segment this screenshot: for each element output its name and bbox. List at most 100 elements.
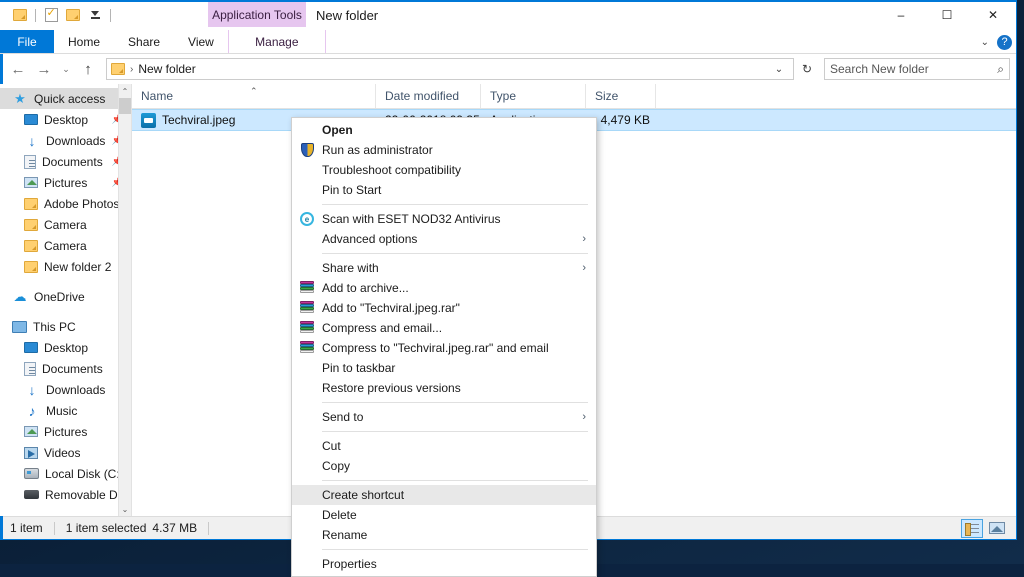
cloud-icon: ☁: [12, 289, 28, 305]
context-menu-item-rename[interactable]: Rename: [292, 525, 596, 545]
sidebar-item-label: Downloads: [46, 383, 105, 397]
minimize-button[interactable]: –: [878, 0, 924, 30]
context-menu-item-send-to[interactable]: Send to›: [292, 407, 596, 427]
column-header-type[interactable]: Type: [481, 84, 586, 108]
breadcrumb-bar[interactable]: › New folder ⌄: [106, 58, 794, 80]
navigation-pane: ★Quick accessDesktop📌↓Downloads📌Document…: [0, 84, 131, 516]
sidebar-item-pictures[interactable]: Pictures: [0, 421, 131, 442]
folder-icon: [24, 198, 38, 210]
column-headers: Name ⌃ Date modified Type Size: [132, 84, 1016, 109]
sidebar-item-videos[interactable]: Videos: [0, 442, 131, 463]
pictures-icon: [24, 177, 38, 188]
context-menu-item-share-with[interactable]: Share with›: [292, 258, 596, 278]
tab-share[interactable]: Share: [114, 30, 174, 53]
context-menu-item-compress-to-techviral-jpeg-rar-and-email[interactable]: Compress to "Techviral.jpeg.rar" and ema…: [292, 338, 596, 358]
sidebar-item-downloads[interactable]: ↓Downloads: [0, 379, 131, 400]
documents-icon: [24, 362, 36, 376]
sidebar-item-onedrive[interactable]: ☁OneDrive: [0, 286, 131, 307]
sidebar-item-documents[interactable]: Documents: [0, 358, 131, 379]
context-menu-item-pin-to-taskbar[interactable]: Pin to taskbar: [292, 358, 596, 378]
sidebar-item-music[interactable]: ♪Music: [0, 400, 131, 421]
application-tools-contextual-tab: Application Tools: [208, 2, 306, 27]
title-bar: Application Tools New folder – ☐ ✕: [0, 0, 1016, 30]
navigation-scrollbar[interactable]: ⌃ ⌄: [118, 84, 131, 516]
context-menu-item-label: Copy: [322, 459, 350, 473]
customize-qat-dropdown-icon[interactable]: [84, 4, 106, 26]
properties-qat-icon[interactable]: [40, 4, 62, 26]
sidebar-item-downloads[interactable]: ↓Downloads📌: [0, 130, 131, 151]
large-icons-view-button[interactable]: [986, 519, 1008, 538]
context-menu-item-run-as-administrator[interactable]: Run as administrator: [292, 140, 596, 160]
context-menu-item-open[interactable]: Open: [292, 120, 596, 140]
tab-view[interactable]: View: [174, 30, 228, 53]
status-selection-size: 4.37 MB: [152, 521, 197, 535]
file-name-label: Techviral.jpeg: [162, 113, 235, 127]
context-menu-item-label: Send to: [322, 410, 363, 424]
sidebar-item-desktop[interactable]: Desktop📌: [0, 109, 131, 130]
context-menu-item-delete[interactable]: Delete: [292, 505, 596, 525]
context-menu-item-compress-and-email[interactable]: Compress and email...: [292, 318, 596, 338]
scroll-down-icon[interactable]: ⌄: [119, 502, 131, 516]
sidebar-item-camera[interactable]: Camera: [0, 235, 131, 256]
eset-icon: e: [299, 211, 315, 227]
tab-home[interactable]: Home: [54, 30, 114, 53]
window-controls: – ☐ ✕: [878, 0, 1016, 30]
sidebar-item-adobe-photoshop[interactable]: Adobe Photoshop: [0, 193, 131, 214]
sidebar-item-removable-disk[interactable]: Removable Disk: [0, 484, 131, 505]
sidebar-item-label: This PC: [33, 320, 76, 334]
desktop-icon: [24, 114, 38, 125]
tab-file[interactable]: File: [0, 30, 54, 53]
scrollbar-thumb[interactable]: [119, 98, 131, 114]
column-header-date-modified[interactable]: Date modified: [376, 84, 481, 108]
up-button[interactable]: ↑: [76, 57, 100, 81]
context-menu-item-scan-with-eset-nod32-antivirus[interactable]: eScan with ESET NOD32 Antivirus: [292, 209, 596, 229]
scroll-up-icon[interactable]: ⌃: [119, 84, 131, 98]
close-button[interactable]: ✕: [970, 0, 1016, 30]
folder-icon: [24, 261, 38, 273]
context-menu-item-cut[interactable]: Cut: [292, 436, 596, 456]
refresh-button[interactable]: ↻: [796, 58, 818, 80]
address-dropdown-icon[interactable]: ⌄: [769, 64, 789, 75]
new-folder-qat-icon[interactable]: [9, 4, 31, 26]
context-menu-item-pin-to-start[interactable]: Pin to Start: [292, 180, 596, 200]
column-header-size[interactable]: Size: [586, 84, 656, 108]
context-menu-item-restore-previous-versions[interactable]: Restore previous versions: [292, 378, 596, 398]
forward-button[interactable]: →: [32, 57, 56, 81]
tab-manage[interactable]: Manage: [228, 30, 326, 53]
context-menu-item-label: Share with: [322, 261, 379, 275]
maximize-button[interactable]: ☐: [924, 0, 970, 30]
sidebar-item-this-pc[interactable]: This PC: [0, 316, 131, 337]
folder-icon: [24, 240, 38, 252]
breadcrumb-current-folder[interactable]: New folder: [138, 62, 195, 76]
context-menu-item-properties[interactable]: Properties: [292, 554, 596, 574]
search-box[interactable]: Search New folder ⌕: [824, 58, 1010, 80]
context-menu-item-troubleshoot-compatibility[interactable]: Troubleshoot compatibility: [292, 160, 596, 180]
sidebar-item-label: Music: [46, 404, 77, 418]
address-bar: ← → ⌄ ↑ › New folder ⌄ ↻ Search New fold…: [0, 54, 1016, 84]
sidebar-item-documents[interactable]: Documents📌: [0, 151, 131, 172]
sidebar-item-new-folder-2[interactable]: New folder 2: [0, 256, 131, 277]
help-icon[interactable]: ?: [997, 35, 1012, 50]
back-button[interactable]: ←: [6, 57, 30, 81]
context-menu-item-advanced-options[interactable]: Advanced options›: [292, 229, 596, 249]
context-menu-item-create-shortcut[interactable]: Create shortcut: [292, 485, 596, 505]
context-menu-item-add-to-techviral-jpeg-rar[interactable]: Add to "Techviral.jpeg.rar": [292, 298, 596, 318]
sidebar-item-pictures[interactable]: Pictures📌: [0, 172, 131, 193]
search-input[interactable]: Search New folder: [830, 62, 997, 76]
sidebar-item-label: Documents: [42, 155, 103, 169]
folder-qat-icon[interactable]: [62, 4, 84, 26]
details-view-button[interactable]: [961, 519, 983, 538]
nav-group-gap: [0, 277, 131, 286]
teamviewer-file-icon: [141, 113, 156, 128]
sidebar-item-quick-access[interactable]: ★Quick access: [0, 88, 131, 109]
sidebar-item-label: Camera: [44, 218, 87, 232]
sidebar-item-camera[interactable]: Camera: [0, 214, 131, 235]
recent-locations-icon[interactable]: ⌄: [58, 57, 74, 81]
context-menu-item-add-to-archive[interactable]: Add to archive...: [292, 278, 596, 298]
expand-ribbon-icon[interactable]: ⌄: [981, 37, 989, 48]
sidebar-item-local-disk-c[interactable]: Local Disk (C:): [0, 463, 131, 484]
context-menu-item-copy[interactable]: Copy: [292, 456, 596, 476]
sidebar-item-desktop[interactable]: Desktop: [0, 337, 131, 358]
column-header-name[interactable]: Name ⌃: [132, 84, 376, 108]
context-menu-separator: [322, 480, 588, 481]
